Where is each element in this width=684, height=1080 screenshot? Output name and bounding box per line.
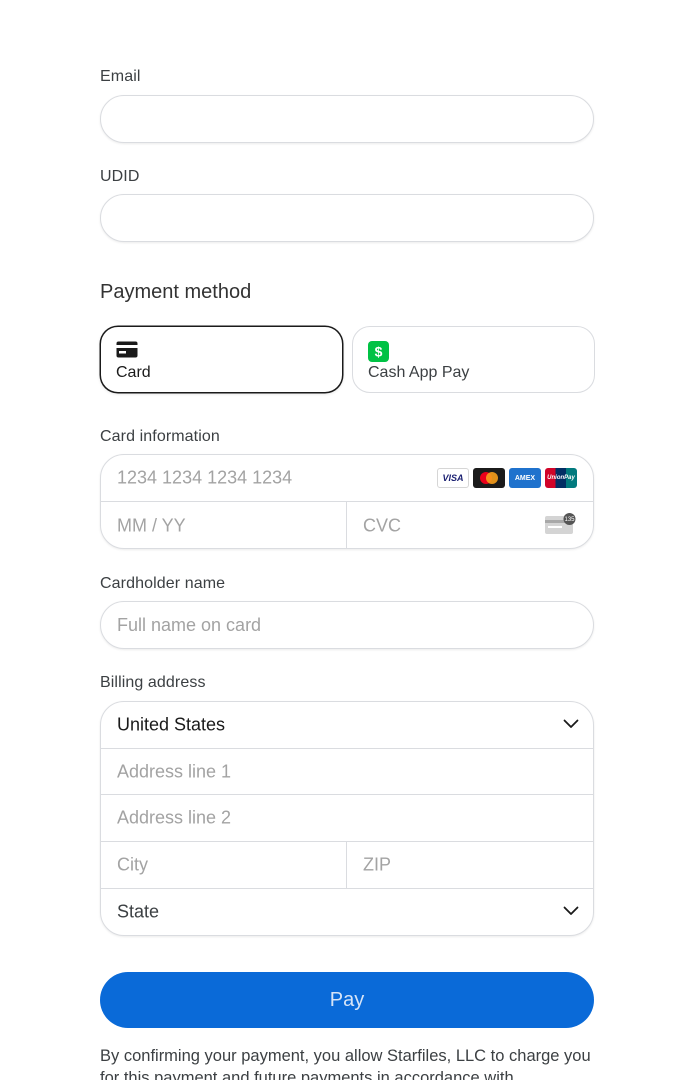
udid-label: UDID	[100, 168, 140, 185]
billing-address-label: Billing address	[100, 674, 206, 691]
payment-option-card-label: Card	[116, 364, 151, 381]
amex-icon: AMEX	[509, 468, 541, 488]
card-expiry-cvc-row: MM / YY CVC 135	[101, 502, 593, 548]
card-expiry-cell[interactable]: MM / YY	[101, 502, 347, 548]
card-cvc-cell[interactable]: CVC 135	[347, 502, 593, 548]
card-number-input[interactable]: 1234 1234 1234 1234	[117, 468, 292, 489]
svg-text:135: 135	[564, 517, 575, 523]
card-brands: VISA AMEX UnionPay	[437, 468, 577, 488]
cardholder-name-label: Cardholder name	[100, 575, 226, 592]
svg-text:$: $	[375, 344, 383, 360]
cardholder-name-wrapper	[100, 601, 594, 649]
country-select-value: United States	[117, 714, 226, 735]
chevron-down-icon	[563, 903, 579, 921]
payment-option-card[interactable]: Card	[100, 326, 343, 393]
visa-icon: VISA	[437, 468, 469, 488]
legal-text: By confirming your payment, you allow St…	[100, 1047, 591, 1080]
pay-button[interactable]: Pay	[100, 972, 594, 1028]
address-line2-row[interactable]: Address line 2	[101, 795, 593, 842]
unionpay-icon: UnionPay	[545, 468, 577, 488]
email-label: Email	[100, 68, 141, 85]
card-information-group: 1234 1234 1234 1234 VISA AMEX UnionPay M…	[100, 454, 594, 549]
card-expiry-input[interactable]: MM / YY	[117, 515, 186, 536]
state-select[interactable]: State	[101, 889, 593, 935]
address-line1-row[interactable]: Address line 1	[101, 749, 593, 795]
city-cell[interactable]: City	[101, 842, 347, 888]
udid-field[interactable]	[101, 195, 593, 241]
country-select[interactable]: United States	[101, 702, 593, 749]
cvc-card-icon: 135	[545, 513, 577, 540]
payment-option-cash-app-label: Cash App Pay	[368, 364, 470, 381]
card-information-label: Card information	[100, 428, 220, 445]
zip-input[interactable]: ZIP	[363, 855, 391, 876]
email-field[interactable]	[101, 96, 593, 142]
credit-card-icon	[116, 341, 138, 363]
udid-field-wrapper	[100, 194, 594, 242]
address-line1-input[interactable]: Address line 1	[117, 761, 231, 782]
city-input[interactable]: City	[117, 855, 148, 876]
address-line2-input[interactable]: Address line 2	[117, 808, 231, 829]
billing-address-group: United States Address line 1 Address lin…	[100, 701, 594, 936]
cardholder-name-input[interactable]	[101, 602, 593, 648]
email-field-wrapper	[100, 95, 594, 143]
mastercard-icon	[473, 468, 505, 488]
card-cvc-input[interactable]: CVC	[363, 515, 401, 536]
payment-method-title: Payment method	[100, 281, 252, 303]
state-select-value: State	[117, 901, 160, 922]
zip-cell[interactable]: ZIP	[347, 842, 593, 888]
chevron-down-icon	[563, 716, 579, 734]
card-number-row[interactable]: 1234 1234 1234 1234 VISA AMEX UnionPay	[101, 455, 593, 502]
payment-option-cash-app[interactable]: $ Cash App Pay	[352, 326, 595, 393]
city-zip-row: City ZIP	[101, 842, 593, 889]
